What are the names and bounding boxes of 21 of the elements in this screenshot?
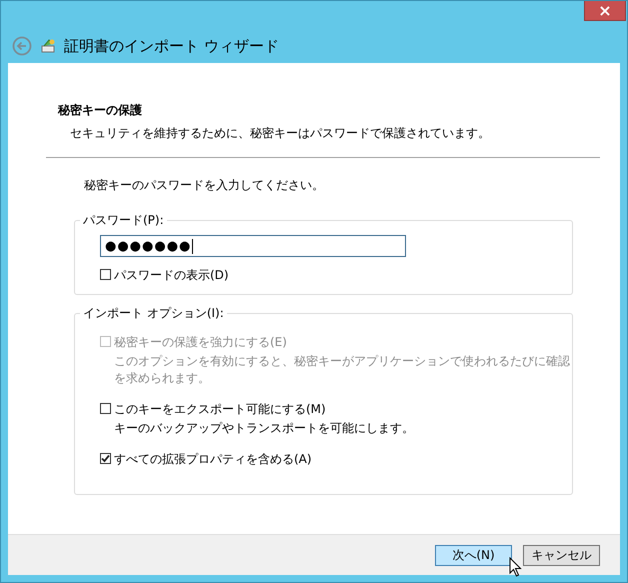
dialog-button[interactable]: 次へ(N) [435, 544, 512, 566]
password-field[interactable]: ●●●●●●● [100, 235, 406, 257]
group-label: パスワード(P): [82, 212, 165, 229]
option-description: このオプションを有効にすると、秘密キーがアプリケーションで使われるたびに確認を求められます。 [114, 353, 571, 387]
checkbox-label: このキーをエクスポート可能にする(M) [114, 401, 327, 418]
section-title: 秘密キーの保護 [58, 102, 143, 119]
checkbox-label: 秘密キーの保護を強力にする(E) [114, 334, 288, 351]
mouse-pointer-icon [509, 557, 523, 578]
group-label: インポート オプション(I): [82, 305, 225, 322]
certificate-icon [40, 38, 56, 54]
checkbox-label: パスワードの表示(D) [114, 267, 229, 284]
close-button[interactable]: × [584, 1, 626, 21]
checkbox[interactable] [100, 403, 111, 414]
section-subtitle: セキュリティを維持するために、秘密キーはパスワードで保護されています。 [70, 125, 491, 142]
checkbox-label: すべての拡張プロパティを含める(A) [114, 451, 312, 468]
instruction-text: 秘密キーのパスワードを入力してください。 [84, 177, 325, 194]
wizard-title: 証明書のインポート ウィザード [64, 36, 279, 56]
dialog-button[interactable]: キャンセル [523, 544, 600, 566]
checkbox[interactable] [100, 453, 111, 464]
checkbox[interactable] [100, 269, 111, 280]
option-description: キーのバックアップやトランスポートを可能にします。 [114, 420, 414, 437]
